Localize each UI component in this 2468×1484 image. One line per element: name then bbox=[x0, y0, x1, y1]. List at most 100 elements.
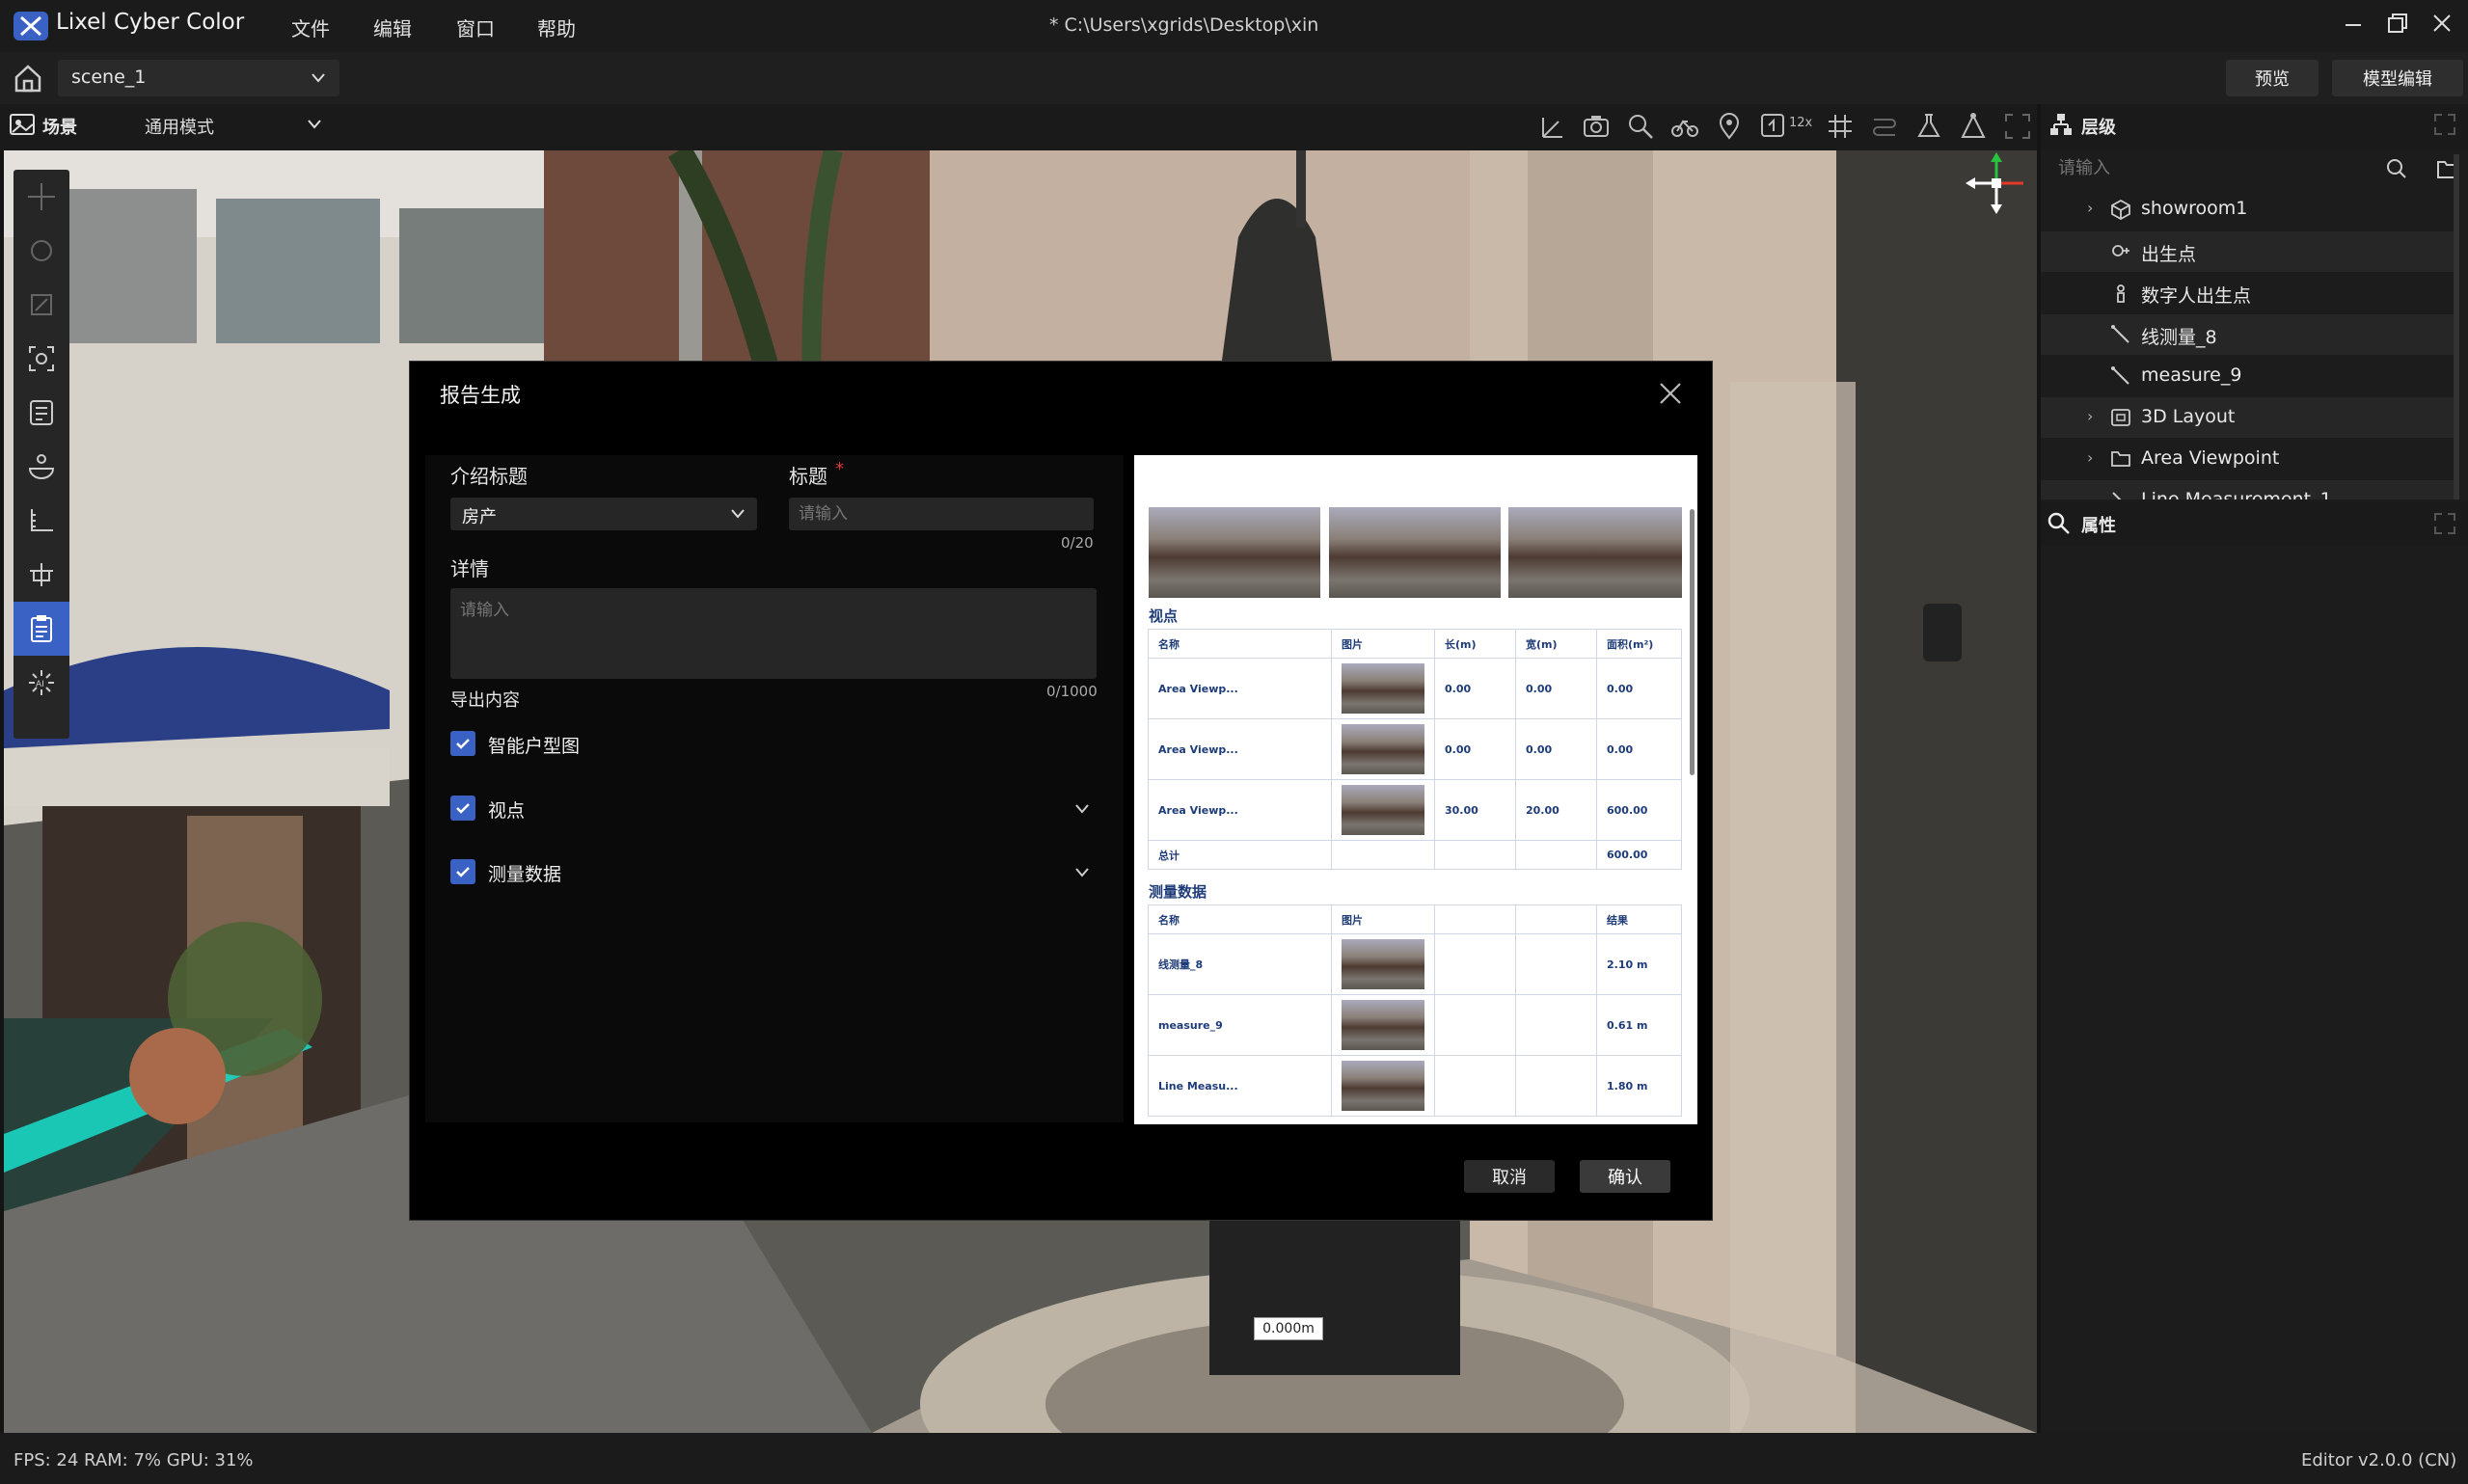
viewpoint-table: 名称 图片 长(m) 宽(m) 面积(m²) Area Viewp... 0.0… bbox=[1148, 629, 1682, 870]
panel-expand-icon[interactable] bbox=[2432, 112, 2457, 137]
dialog-title: 报告生成 bbox=[440, 384, 521, 407]
restore-button[interactable] bbox=[2380, 6, 2415, 40]
chevron-right-icon[interactable]: › bbox=[2087, 199, 2093, 217]
search-icon[interactable] bbox=[2386, 158, 2407, 179]
tree-item-label: Area Viewpoint bbox=[2141, 447, 2280, 469]
check-icon bbox=[456, 739, 470, 749]
zoom-level: 12x bbox=[1789, 116, 1813, 130]
tree-item-line-measurement-1[interactable]: Line Measurement_1 bbox=[2041, 480, 2455, 499]
chevron-down-icon[interactable] bbox=[1074, 802, 1090, 816]
ai-tool-button[interactable]: AI bbox=[14, 656, 69, 710]
move-tool-button[interactable] bbox=[14, 170, 69, 224]
flask-icon[interactable] bbox=[1914, 112, 1943, 141]
speed-icon[interactable] bbox=[1759, 112, 1788, 141]
scene-select-value: scene_1 bbox=[71, 67, 147, 88]
check-icon bbox=[456, 867, 470, 877]
tree-item-spawn[interactable]: 出生点 bbox=[2041, 231, 2455, 272]
model-edit-button[interactable]: 模型编辑 bbox=[2332, 60, 2463, 96]
ruler-icon bbox=[31, 509, 53, 531]
tree-item-area-viewpoint[interactable]: › Area Viewpoint bbox=[2041, 439, 2455, 479]
table-row: Area Viewp... 0.00 0.00 0.00 bbox=[1148, 658, 1682, 719]
table-total-row: 总计 600.00 bbox=[1148, 840, 1682, 870]
search-object-icon[interactable] bbox=[1626, 112, 1655, 141]
cell-area: 0.00 bbox=[1596, 658, 1682, 719]
close-icon[interactable] bbox=[1655, 378, 1686, 409]
menu-file[interactable]: 文件 bbox=[291, 13, 330, 41]
title-label: 标题 bbox=[789, 465, 827, 488]
option-checkbox[interactable] bbox=[450, 796, 475, 821]
panel-expand-icon[interactable] bbox=[2432, 511, 2457, 536]
cell-name: 线测量_8 bbox=[1148, 933, 1332, 995]
home-icon[interactable] bbox=[12, 63, 44, 94]
table-header: 面积(m²) bbox=[1596, 629, 1682, 659]
tree-item-person-spawn[interactable]: 数字人出生点 bbox=[2041, 273, 2455, 313]
grid-icon[interactable] bbox=[1826, 112, 1855, 141]
fullscreen-icon[interactable] bbox=[2003, 112, 2032, 141]
option-checkbox[interactable] bbox=[450, 731, 475, 756]
axis-gizmo-icon[interactable] bbox=[1962, 150, 2031, 220]
layer-search-input[interactable] bbox=[2058, 154, 2405, 181]
chevron-right-icon[interactable]: › bbox=[2087, 407, 2093, 425]
tree-item-3d-layout[interactable]: › 3D Layout bbox=[2041, 397, 2455, 438]
chevron-right-icon[interactable]: › bbox=[2087, 448, 2093, 467]
bike-icon[interactable] bbox=[1670, 112, 1699, 141]
camera-icon[interactable] bbox=[1582, 112, 1611, 141]
performance-stats: FPS: 24 RAM: 7% GPU: 31% bbox=[14, 1450, 254, 1471]
robot-tool-button[interactable] bbox=[14, 440, 69, 494]
option-checkbox[interactable] bbox=[450, 859, 475, 884]
chevron-down-icon[interactable] bbox=[307, 118, 322, 131]
scale-tool-button[interactable] bbox=[14, 278, 69, 332]
triangle-measure-icon[interactable] bbox=[1959, 112, 1988, 141]
cell-image bbox=[1331, 658, 1435, 719]
minimize-button[interactable] bbox=[2336, 6, 2371, 40]
intro-title-select[interactable]: 房产 bbox=[450, 498, 757, 530]
preview-button[interactable]: 预览 bbox=[2226, 60, 2319, 96]
tree-item-label: Line Measurement_1 bbox=[2141, 489, 2332, 499]
tree-item-label: 3D Layout bbox=[2141, 406, 2236, 427]
tree-item-showroom1[interactable]: › showroom1 bbox=[2041, 189, 2455, 229]
cell-image bbox=[1331, 718, 1435, 780]
title-char-count: 0/20 bbox=[1061, 534, 1094, 552]
report-tool-button[interactable] bbox=[14, 602, 69, 656]
table-header: 名称 bbox=[1148, 629, 1332, 659]
scene-icon bbox=[10, 114, 35, 135]
report-preview[interactable]: 视点 名称 图片 长(m) 宽(m) 面积(m²) Area Viewp... … bbox=[1134, 455, 1697, 1124]
table-header: 宽(m) bbox=[1515, 629, 1597, 659]
row-thumbnail bbox=[1342, 939, 1424, 989]
layer-search[interactable] bbox=[2048, 152, 2463, 183]
minimize-icon bbox=[2346, 24, 2361, 26]
confirm-button[interactable]: 确认 bbox=[1580, 1160, 1670, 1193]
tree-item-measure-9[interactable]: measure_9 bbox=[2041, 356, 2455, 396]
close-window-button[interactable] bbox=[2425, 6, 2459, 40]
cell-result: 2.10 m bbox=[1596, 933, 1682, 995]
table-header: 图片 bbox=[1331, 629, 1435, 659]
rotate-tool-button[interactable] bbox=[14, 224, 69, 278]
menu-help[interactable]: 帮助 bbox=[537, 13, 576, 41]
cube-icon bbox=[2111, 199, 2130, 220]
option-viewpoint: 视点 bbox=[488, 800, 526, 822]
tree-item-label: measure_9 bbox=[2141, 364, 2242, 386]
menu-edit[interactable]: 编辑 bbox=[373, 13, 412, 41]
layout-tool-button[interactable] bbox=[14, 548, 69, 602]
tree-item-line-measure-8[interactable]: 线测量_8 bbox=[2041, 314, 2455, 355]
preview-scrollbar[interactable] bbox=[1690, 509, 1695, 775]
ruler-tool-button[interactable] bbox=[14, 494, 69, 548]
location-pin-icon[interactable] bbox=[1715, 112, 1744, 141]
mode-select-value[interactable]: 通用模式 bbox=[145, 114, 214, 139]
path-icon[interactable] bbox=[1870, 112, 1899, 141]
menu-window[interactable]: 窗口 bbox=[456, 13, 495, 41]
detail-textarea[interactable] bbox=[450, 588, 1097, 679]
scene-select[interactable]: scene_1 bbox=[58, 60, 339, 96]
title-input[interactable] bbox=[789, 498, 1094, 530]
table-header: 结果 bbox=[1596, 904, 1682, 934]
chevron-down-icon[interactable] bbox=[1074, 866, 1090, 879]
line-measure-icon bbox=[2112, 492, 2122, 499]
focus-tool-button[interactable] bbox=[14, 332, 69, 386]
preview-image bbox=[1508, 507, 1682, 598]
cancel-button[interactable]: 取消 bbox=[1464, 1160, 1555, 1193]
cell-name: measure_9 bbox=[1148, 994, 1332, 1056]
layer-scrollbar[interactable] bbox=[2454, 154, 2459, 499]
annotation-tool-button[interactable] bbox=[14, 386, 69, 440]
axis-icon[interactable] bbox=[1537, 112, 1566, 141]
cell-width: 0.00 bbox=[1515, 718, 1597, 780]
